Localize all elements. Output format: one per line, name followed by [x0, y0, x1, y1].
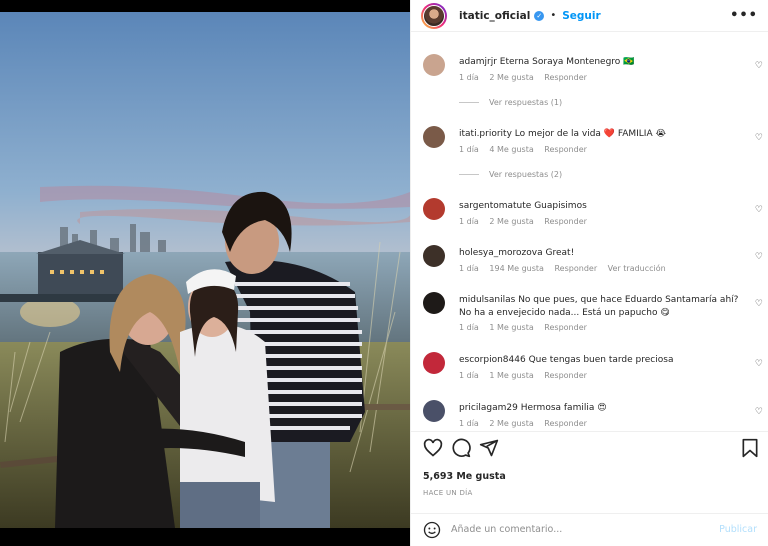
view-replies-button[interactable]: Ver respuestas (1)	[459, 98, 562, 107]
comment-meta: 1 día 1 Me gusta Responder	[459, 323, 595, 332]
comment-likes[interactable]: 1 Me gusta	[489, 371, 533, 380]
comment-reply-button[interactable]: Responder	[544, 371, 587, 380]
comment-bubble-icon[interactable]	[451, 438, 471, 458]
divider	[411, 431, 768, 432]
comment-item: adamjrjr Eterna Soraya Montenegro 🇧🇷 1 d…	[423, 54, 763, 94]
comment-username[interactable]: itati.priority	[459, 129, 512, 139]
post-photo[interactable]	[0, 12, 410, 528]
comment-time[interactable]: 1 día	[459, 419, 479, 428]
author-avatar[interactable]	[421, 2, 447, 29]
post-actions	[423, 438, 759, 462]
comment-avatar[interactable]	[423, 198, 445, 220]
comment-likes[interactable]: 2 Me gusta	[489, 419, 533, 428]
publish-button[interactable]: Publicar	[719, 524, 757, 535]
comment-likes[interactable]: 194 Me gusta	[489, 264, 544, 273]
comment-input[interactable]: Añade un comentario...	[451, 524, 562, 535]
follow-button[interactable]: Seguir	[562, 10, 600, 22]
like-comment-heart-icon[interactable]: ♡	[755, 133, 763, 143]
add-comment-bar: Añade un comentario... Publicar	[411, 513, 768, 546]
comment-item: midulsanilas No que pues, que hace Eduar…	[423, 292, 763, 342]
comment-meta: 1 día 1 Me gusta Responder	[459, 371, 595, 380]
post-header: itatic_oficial ✓ • Seguir •••	[411, 0, 768, 32]
comment-meta: 1 día 2 Me gusta Responder	[459, 419, 595, 428]
comment-avatar[interactable]	[423, 245, 445, 267]
comment-item: sargentomatute Guapisimos 1 día 2 Me gus…	[423, 198, 763, 234]
comment-likes[interactable]: 2 Me gusta	[489, 73, 533, 82]
share-send-icon[interactable]	[479, 438, 499, 458]
like-heart-icon[interactable]	[423, 438, 443, 458]
comment-text: Hermosa familia 😍	[520, 403, 607, 413]
comment-username[interactable]: pricilagam29	[459, 403, 518, 413]
comment-text: Que tengas buen tarde preciosa	[528, 355, 674, 365]
post-side-panel: itatic_oficial ✓ • Seguir ••• adamjrjr E…	[410, 0, 768, 546]
comment-likes[interactable]: 1 Me gusta	[489, 323, 533, 332]
comment-meta: 1 día 2 Me gusta Responder	[459, 73, 595, 82]
comment-reply-button[interactable]: Responder	[544, 419, 587, 428]
comment-reply-button[interactable]: Responder	[544, 73, 587, 82]
comment-time[interactable]: 1 día	[459, 371, 479, 380]
like-comment-heart-icon[interactable]: ♡	[755, 359, 763, 369]
author-username[interactable]: itatic_oficial	[459, 10, 530, 22]
verified-badge-icon: ✓	[534, 10, 545, 21]
more-options-icon[interactable]: •••	[730, 8, 758, 23]
see-translation-button[interactable]: Ver traducción	[608, 264, 666, 273]
comment-time[interactable]: 1 día	[459, 264, 479, 273]
comment-username[interactable]: holesya_morozova	[459, 248, 543, 258]
comment-avatar[interactable]	[423, 126, 445, 148]
post-likes-count[interactable]: 5,693 Me gusta	[423, 471, 506, 482]
comment-username[interactable]: escorpion8446	[459, 355, 526, 365]
comment-item: escorpion8446 Que tengas buen tarde prec…	[423, 352, 763, 388]
comment-text: Guapisimos	[534, 201, 587, 211]
comment-item: itati.priority Lo mejor de la vida ❤️ FA…	[423, 126, 763, 166]
comment-avatar[interactable]	[423, 292, 445, 314]
comment-username[interactable]: adamjrjr	[459, 57, 497, 67]
comment-username[interactable]: midulsanilas	[459, 295, 515, 305]
comment-avatar[interactable]	[423, 400, 445, 422]
comment-item: pricilagam29 Hermosa familia 😍 1 día 2 M…	[423, 400, 763, 430]
like-comment-heart-icon[interactable]: ♡	[755, 61, 763, 71]
post-timestamp[interactable]: HACE UN DÍA	[423, 489, 473, 497]
comment-text: Lo mejor de la vida ❤️ FAMILIA 😭	[514, 129, 666, 139]
comment-likes[interactable]: 2 Me gusta	[489, 217, 533, 226]
comment-time[interactable]: 1 día	[459, 323, 479, 332]
view-replies-button[interactable]: Ver respuestas (2)	[459, 170, 562, 179]
comment-item: holesya_morozova Great! 1 día 194 Me gus…	[423, 245, 763, 281]
comment-meta: 1 día 4 Me gusta Responder	[459, 145, 595, 154]
comments-list: adamjrjr Eterna Soraya Montenegro 🇧🇷 1 d…	[411, 34, 768, 430]
comment-likes[interactable]: 4 Me gusta	[489, 145, 533, 154]
comment-text: Great!	[545, 248, 575, 258]
comment-time[interactable]: 1 día	[459, 145, 479, 154]
comment-reply-button[interactable]: Responder	[544, 145, 587, 154]
comment-time[interactable]: 1 día	[459, 73, 479, 82]
save-bookmark-icon[interactable]	[741, 438, 759, 458]
comment-meta: 1 día 2 Me gusta Responder	[459, 217, 595, 226]
post-photo-image	[0, 12, 410, 528]
like-comment-heart-icon[interactable]: ♡	[755, 299, 763, 309]
comment-avatar[interactable]	[423, 54, 445, 76]
comment-avatar[interactable]	[423, 352, 445, 374]
comment-reply-button[interactable]: Responder	[554, 264, 597, 273]
comment-username[interactable]: sargentomatute	[459, 201, 531, 211]
like-comment-heart-icon[interactable]: ♡	[755, 407, 763, 417]
comment-reply-button[interactable]: Responder	[544, 323, 587, 332]
like-comment-heart-icon[interactable]: ♡	[755, 252, 763, 262]
like-comment-heart-icon[interactable]: ♡	[755, 205, 763, 215]
comment-text: Eterna Soraya Montenegro 🇧🇷	[499, 57, 635, 67]
comment-reply-button[interactable]: Responder	[544, 217, 587, 226]
separator-dot: •	[550, 10, 557, 21]
instagram-post-window: itatic_oficial ✓ • Seguir ••• adamjrjr E…	[0, 0, 768, 546]
emoji-picker-icon[interactable]	[423, 521, 441, 539]
comment-meta: 1 día 194 Me gusta Responder Ver traducc…	[459, 264, 674, 273]
comment-time[interactable]: 1 día	[459, 217, 479, 226]
